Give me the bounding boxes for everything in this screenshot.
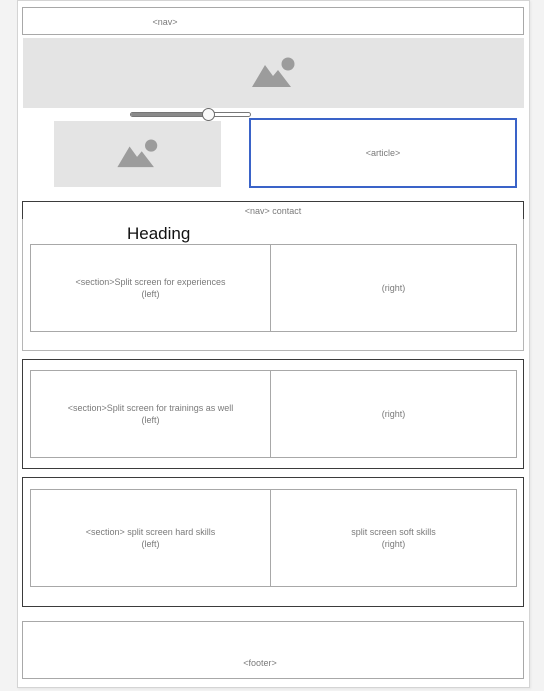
slider-track[interactable] xyxy=(130,112,251,117)
experiences-left-line1: <section>Split screen for experiences xyxy=(75,277,226,287)
article-image-placeholder xyxy=(54,121,221,187)
slider-thumb[interactable] xyxy=(202,108,216,121)
hard-skills-line1: <section> split screen hard skills xyxy=(85,527,216,537)
experiences-right-text: (right) xyxy=(271,245,516,331)
image-icon xyxy=(116,139,157,168)
trainings-right-line1: (right) xyxy=(381,409,406,419)
soft-skills-line1: split screen soft skills xyxy=(351,527,436,537)
trainings-right-text: (right) xyxy=(271,371,516,457)
hard-skills-line2: (left) xyxy=(141,539,160,549)
soft-skills-panel: split screen soft skills (right) xyxy=(270,489,517,587)
top-nav[interactable]: <nav> xyxy=(22,7,524,35)
top-nav-label: <nav> xyxy=(152,17,178,27)
article-label: <article> xyxy=(365,148,401,158)
trainings-right-panel: (right) xyxy=(270,370,517,458)
experiences-left-text: <section>Split screen for experiences (l… xyxy=(31,245,270,331)
trainings-left-text: <section>Split screen for trainings as w… xyxy=(31,371,270,457)
footer: <footer> xyxy=(22,621,524,679)
soft-skills-text: split screen soft skills (right) xyxy=(271,490,516,586)
article-box[interactable]: <article> xyxy=(249,118,517,188)
trainings-section: <section>Split screen for trainings as w… xyxy=(22,359,524,469)
wireframe-page: <nav> <article> <nav> contact Heading <s… xyxy=(17,0,530,688)
experiences-left-panel: <section>Split screen for experiences (l… xyxy=(30,244,271,332)
experiences-left-line2: (left) xyxy=(141,289,160,299)
skills-section: <section> split screen hard skills (left… xyxy=(22,477,524,607)
experiences-right-panel: (right) xyxy=(270,244,517,332)
hard-skills-panel: <section> split screen hard skills (left… xyxy=(30,489,271,587)
hard-skills-text: <section> split screen hard skills (left… xyxy=(31,490,270,586)
hero-image-placeholder xyxy=(23,38,524,108)
trainings-left-line1: <section>Split screen for trainings as w… xyxy=(67,403,234,413)
trainings-left-line2: (left) xyxy=(141,415,160,425)
image-slider[interactable] xyxy=(130,107,253,122)
contact-nav[interactable]: <nav> contact xyxy=(22,201,524,220)
slider-fill xyxy=(131,113,210,116)
soft-skills-line2: (right) xyxy=(381,539,406,549)
contact-nav-label: <nav> contact xyxy=(244,205,302,216)
experiences-right-line1: (right) xyxy=(381,283,406,293)
experiences-section: Heading <section>Split screen for experi… xyxy=(22,219,524,351)
section-heading: Heading xyxy=(127,224,191,243)
footer-label: <footer> xyxy=(243,658,277,668)
image-icon xyxy=(251,57,294,87)
trainings-left-panel: <section>Split screen for trainings as w… xyxy=(30,370,271,458)
